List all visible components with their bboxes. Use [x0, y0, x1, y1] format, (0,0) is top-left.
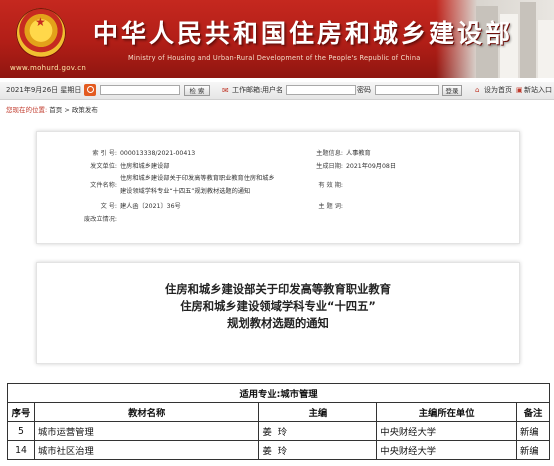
current-date: 2021年9月26日 星期日 [6, 86, 82, 94]
password-label: 密码 [357, 86, 371, 94]
validity-label: 有 效 期: [318, 182, 343, 189]
breadcrumb: 您现在的位置: 首页 > 政策发布 [6, 104, 98, 114]
document-metadata-card: 索 引 号: 000013338/2021-00413 发文单位: 住房和城乡建设部… [36, 131, 520, 244]
table-caption: 适用专业:城市管理 [7, 383, 550, 403]
window-icon: ▣ [516, 86, 523, 94]
doc-name-line2: 建设领域学科专业“十四五”规划教材选题的通知 [120, 188, 251, 195]
status-label: 废改立情况: [83, 216, 117, 223]
column-header: 主编 [258, 402, 378, 422]
password-input[interactable] [375, 85, 439, 95]
site-banner: ★ www.mohurd.gov.cn 中华人民共和国住房和城乡建设部 Mini… [0, 0, 554, 78]
category-value: 人事教育 [346, 150, 371, 157]
row-number: 14 [7, 440, 35, 460]
home-icon: ⌂ [475, 86, 480, 94]
document-title-card: 住房和城乡建设部关于印发高等教育职业教育 住房和城乡建设领域学科专业“十四五” … [36, 262, 520, 364]
doc-name-line1: 住房和城乡建设部关于印发高等教育职业教育住房和城乡 [120, 175, 275, 182]
breadcrumb-path[interactable]: 首页 > 政策发布 [49, 106, 98, 114]
doc-no-label: 文 号: [100, 203, 117, 210]
login-button[interactable]: 登录 [442, 85, 462, 96]
search-input[interactable] [100, 85, 180, 95]
issuer-value: 住房和城乡建设部 [120, 163, 170, 170]
column-header: 序号 [7, 402, 35, 422]
textbook-name: 城市社区治理 [33, 440, 260, 460]
row-number: 5 [7, 421, 35, 441]
chief-editor: 姜 玲 [258, 421, 378, 441]
category-label: 主题信息: [316, 150, 343, 157]
textbook-name: 城市运营管理 [33, 421, 260, 441]
site-title[interactable]: 中华人民共和国住房和城乡建设部 [93, 14, 513, 50]
index-no-label: 索 引 号: [92, 150, 117, 157]
work-mail-label: 工作邮箱: [232, 86, 263, 94]
keywords-label: 主 题 词: [318, 203, 343, 210]
breadcrumb-label: 您现在的位置: [6, 106, 48, 114]
site-url: www.mohurd.gov.cn [10, 64, 87, 72]
editor-institution: 中央财经大学 [376, 421, 517, 441]
doc-no-value: 建人函〔2021〕36号 [120, 203, 181, 210]
date-label: 生成日期: [316, 163, 343, 170]
date-value: 2021年09月08日 [346, 163, 397, 170]
username-input[interactable] [286, 85, 356, 95]
top-toolbar: 2021年9月26日 星期日 检 索 ✉ 工作邮箱: 用户名 密码 登录 ⌂ 设… [0, 82, 554, 100]
editor-institution: 中央财经大学 [376, 440, 517, 460]
textbook-table: 适用专业:城市管理 序号 教材名称 主编 主编所在单位 备注 5 城市运营管理 … [7, 383, 550, 460]
doc-name-label: 文件名称: [90, 182, 117, 189]
doc-title-line3: 规划教材选题的通知 [227, 317, 329, 330]
column-header: 主编所在单位 [376, 402, 517, 422]
doc-title-line1: 住房和城乡建设部关于印发高等教育职业教育 [165, 283, 391, 296]
search-button[interactable]: 检 索 [184, 85, 210, 96]
remark: 新编 [516, 421, 550, 441]
site-subtitle: Ministry of Housing and Urban-Rural Deve… [128, 54, 421, 62]
new-window-link[interactable]: 新站入口 [524, 82, 552, 99]
remark: 新编 [516, 440, 550, 460]
chief-editor: 姜 玲 [258, 440, 378, 460]
doc-title-line2: 住房和城乡建设领域学科专业“十四五” [180, 300, 376, 313]
username-label: 用户名 [262, 86, 283, 94]
issuer-label: 发文单位: [90, 163, 117, 170]
search-icon [84, 84, 96, 96]
table-row: 14 城市社区治理 姜 玲 中央财经大学 新编 [7, 440, 550, 460]
column-header: 备注 [516, 402, 550, 422]
table-row: 5 城市运营管理 姜 玲 中央财经大学 新编 [7, 421, 550, 441]
mail-icon: ✉ [222, 86, 229, 95]
column-header: 教材名称 [33, 402, 260, 422]
index-no-value: 000013338/2021-00413 [120, 150, 196, 157]
set-homepage-link[interactable]: 设为首页 [484, 82, 512, 99]
